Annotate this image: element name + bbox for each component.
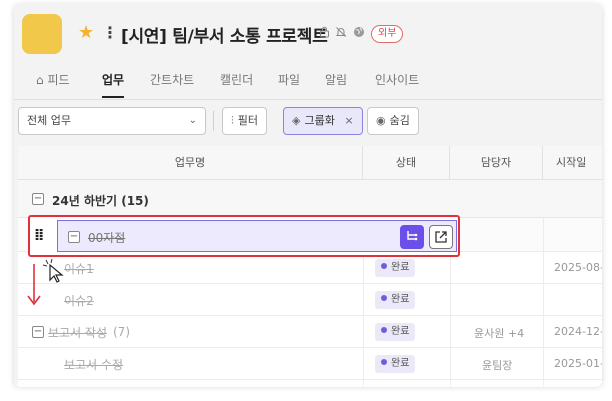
- tab-tasks[interactable]: 업무: [102, 68, 125, 98]
- pointer-cursor-icon: [42, 258, 64, 283]
- tab-insights[interactable]: 인사이트: [375, 68, 419, 98]
- assignee[interactable]: 윤사원 +4: [474, 325, 524, 341]
- status-dot: [381, 327, 387, 333]
- task-title[interactable]: 이슈2: [64, 292, 94, 309]
- open-external-icon[interactable]: [429, 225, 453, 249]
- group-row[interactable]: − 24년 하반기 (15): [18, 180, 602, 218]
- column-divider: [543, 218, 544, 387]
- column-header-assignee[interactable]: 담당자: [450, 146, 543, 180]
- assignee[interactable]: 윤팀장: [482, 357, 512, 373]
- task-title[interactable]: 00자점: [88, 229, 125, 246]
- status-badge[interactable]: 완료: [375, 291, 416, 309]
- tab-notifications[interactable]: 알림: [325, 68, 347, 98]
- task-title[interactable]: 보고서 수정: [64, 356, 123, 373]
- star-icon[interactable]: ★: [78, 23, 94, 43]
- page-title: [시연] 팀/부서 소통 프로젝트: [121, 27, 328, 47]
- globe-icon: [352, 26, 365, 39]
- start-date: 2025-01-: [554, 357, 602, 370]
- table-row[interactable]: 이슈2 완료: [18, 284, 602, 316]
- start-date: 2025-08-: [554, 261, 602, 274]
- tab-gantt[interactable]: 간트차트: [150, 68, 194, 98]
- status-badge[interactable]: 완료: [375, 259, 416, 277]
- table-header: 업무명 상태 담당자 시작일: [18, 146, 602, 180]
- task-title[interactable]: 보고서 작성: [48, 324, 107, 341]
- dragged-row-highlight: ⁞⁞ − 00자점: [28, 215, 460, 257]
- hide-button[interactable]: ◉ 숨김: [367, 107, 419, 135]
- column-header-status[interactable]: 상태: [363, 146, 450, 180]
- subtask-icon[interactable]: [400, 225, 424, 249]
- project-logo: [22, 14, 62, 54]
- home-icon: ⌂: [36, 73, 44, 87]
- task-title[interactable]: 이슈1: [64, 260, 94, 277]
- lock-icon: [318, 26, 331, 39]
- dragged-task-row[interactable]: − 00자점: [57, 220, 457, 252]
- status-dot: [381, 263, 387, 269]
- filter-button[interactable]: ⫶ 필터: [222, 107, 267, 135]
- drag-handle-icon[interactable]: ⁞⁞: [34, 227, 44, 243]
- layers-icon: ◈: [292, 114, 301, 127]
- more-vertical-icon[interactable]: ⋮: [102, 23, 118, 43]
- column-header-start[interactable]: 시작일: [543, 146, 602, 180]
- chevron-down-icon: ⌄: [188, 115, 197, 126]
- app-window: ★ ⋮ [시연] 팀/부서 소통 프로젝트 외부 ⌂ 피드 업무 간트차트 캘린…: [14, 4, 602, 387]
- bottom-fade: [0, 380, 612, 401]
- table-row[interactable]: 보고서 수정 완료 윤팀장 2025-01-: [18, 348, 602, 380]
- sliders-icon: ⫶: [231, 114, 234, 127]
- external-badge: 외부: [371, 25, 404, 43]
- tab-feed[interactable]: ⌂ 피드: [36, 68, 70, 98]
- collapse-icon[interactable]: −: [68, 231, 80, 243]
- tab-divider: [14, 99, 602, 100]
- collapse-icon[interactable]: −: [32, 326, 44, 338]
- collapse-icon[interactable]: −: [32, 193, 44, 205]
- bell-off-icon[interactable]: [334, 26, 347, 39]
- status-dot: [381, 359, 387, 365]
- close-icon[interactable]: ×: [344, 114, 353, 127]
- task-table: 업무명 상태 담당자 시작일 − 24년 하반기 (15) 이슈1 완료 202…: [18, 146, 602, 387]
- task-scope-select[interactable]: 전체 업무 ⌄: [18, 107, 206, 135]
- subtask-count: (7): [113, 325, 130, 339]
- table-row[interactable]: − 보고서 작성 (7) 완료 윤사원 +4 2024-12-: [18, 316, 602, 348]
- group-label: 24년 하반기 (15): [52, 194, 149, 208]
- group-button[interactable]: ◈ 그룹화 ×: [283, 107, 363, 135]
- status-badge[interactable]: 완료: [375, 323, 416, 341]
- start-date: 2024-12-: [554, 325, 602, 338]
- arrow-down-icon: [27, 264, 41, 306]
- status-badge[interactable]: 완료: [375, 355, 416, 373]
- toolbar-divider: [213, 111, 214, 131]
- tab-files[interactable]: 파일: [278, 68, 300, 98]
- tab-calendar[interactable]: 캘린더: [220, 68, 253, 98]
- status-dot: [381, 295, 387, 301]
- column-header-task[interactable]: 업무명: [18, 146, 363, 180]
- eye-icon: ◉: [376, 114, 386, 127]
